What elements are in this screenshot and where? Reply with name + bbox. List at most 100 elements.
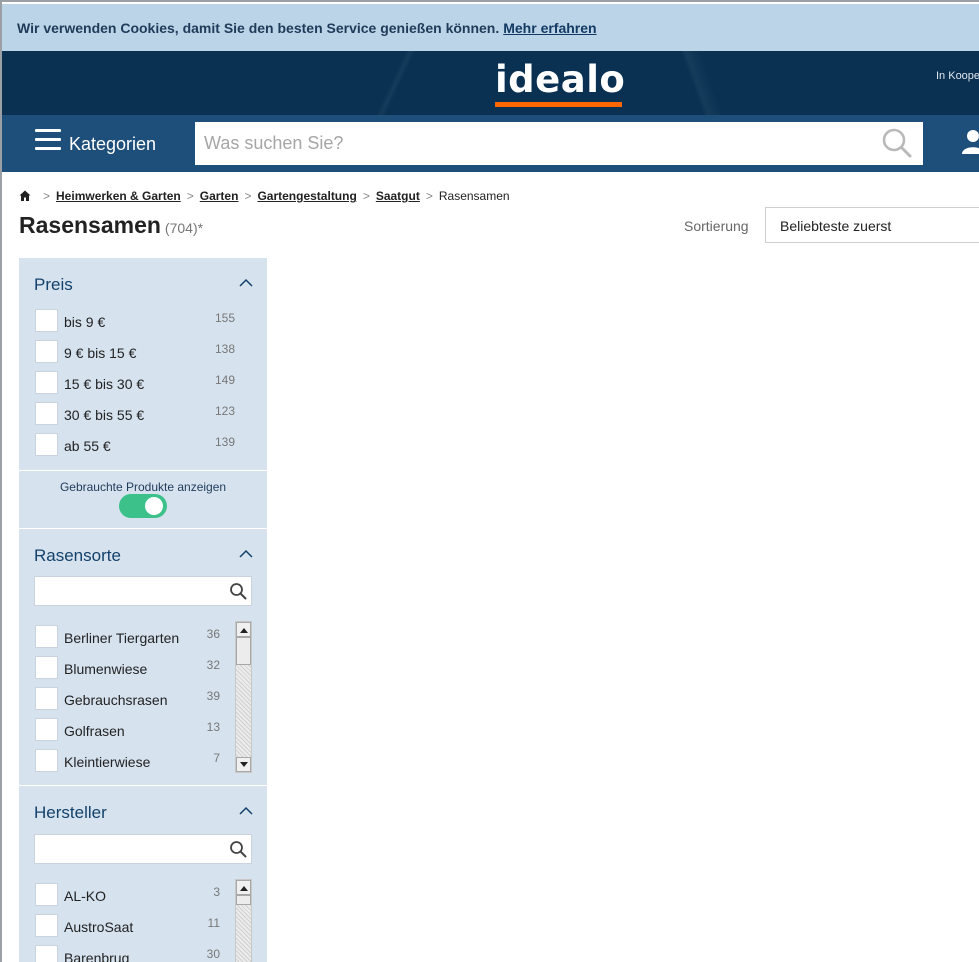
breadcrumb-link[interactable]: Saatgut bbox=[376, 189, 420, 203]
filter-option-label: Gebrauchsrasen bbox=[64, 692, 168, 708]
filter-option-count: 123 bbox=[214, 404, 235, 418]
scroll-thumb[interactable] bbox=[236, 895, 251, 905]
filter-option[interactable]: 9 € bis 15 € 138 bbox=[35, 340, 235, 364]
filter-option-label: Kleintierwiese bbox=[64, 754, 151, 770]
filter-checkbox[interactable] bbox=[35, 309, 58, 332]
filter-checkbox[interactable] bbox=[35, 625, 58, 648]
breadcrumb-separator: > bbox=[43, 189, 51, 203]
filter-title-manufacturer[interactable]: Hersteller bbox=[34, 803, 107, 823]
filter-option[interactable]: Berliner Tiergarten 36 bbox=[35, 625, 235, 649]
filter-option-label: Golfrasen bbox=[64, 723, 125, 739]
search-icon[interactable] bbox=[880, 126, 914, 160]
filter-checkbox[interactable] bbox=[35, 340, 58, 363]
page-title-text: Rasensamen bbox=[19, 212, 161, 238]
filter-section-manufacturer: Hersteller AL-KO 3 AustroSaat 11 Barenbr… bbox=[19, 786, 267, 962]
result-count: (704)* bbox=[164, 220, 204, 236]
filter-option[interactable]: 30 € bis 55 € 123 bbox=[35, 402, 235, 426]
chevron-up-icon[interactable] bbox=[239, 549, 253, 559]
breadcrumb-link[interactable]: Heimwerken & Garten bbox=[56, 189, 181, 203]
filter-checkbox[interactable] bbox=[35, 749, 58, 772]
sort-label: Sortierung bbox=[684, 218, 749, 234]
manufacturer-scrollbar[interactable] bbox=[235, 879, 252, 962]
logo-text: idealo bbox=[495, 58, 626, 101]
filter-title-price[interactable]: Preis bbox=[34, 275, 73, 295]
filter-option-count: 155 bbox=[214, 311, 235, 325]
filter-checkbox[interactable] bbox=[35, 883, 58, 906]
filter-option-count: 13 bbox=[206, 720, 220, 734]
scroll-down-button[interactable] bbox=[236, 757, 251, 772]
cookie-more-link[interactable]: Mehr erfahren bbox=[503, 20, 596, 36]
search-icon[interactable] bbox=[229, 582, 247, 600]
user-icon[interactable] bbox=[961, 129, 979, 155]
filter-option[interactable]: AustroSaat 11 bbox=[35, 914, 235, 938]
cooperation-text: In Koope bbox=[936, 70, 979, 82]
filter-option[interactable]: Golfrasen 13 bbox=[35, 718, 235, 742]
scroll-up-button[interactable] bbox=[236, 880, 251, 895]
filter-checkbox[interactable] bbox=[35, 402, 58, 425]
filter-option-label: 30 € bis 55 € bbox=[64, 407, 145, 423]
filter-sidebar: Preis bis 9 € 155 9 € bis 15 € 138 15 € … bbox=[19, 258, 267, 962]
filter-option-count: 30 bbox=[206, 947, 220, 961]
filter-option-count: 139 bbox=[214, 435, 235, 449]
filter-option-count: 7 bbox=[213, 751, 220, 765]
filter-checkbox[interactable] bbox=[35, 914, 58, 937]
breadcrumb-separator: > bbox=[186, 189, 194, 203]
filter-option-count: 39 bbox=[206, 689, 220, 703]
filter-option[interactable]: Gebrauchsrasen 39 bbox=[35, 687, 235, 711]
breadcrumb-link[interactable]: Gartengestaltung bbox=[257, 189, 356, 203]
home-icon[interactable] bbox=[19, 190, 31, 202]
categories-button[interactable]: Kategorien bbox=[69, 134, 156, 155]
filter-option-label: Barenbrug bbox=[64, 950, 130, 962]
filter-checkbox[interactable] bbox=[35, 433, 58, 456]
idealo-logo[interactable]: idealo bbox=[495, 58, 626, 107]
scroll-up-button[interactable] bbox=[236, 622, 251, 637]
filter-option-count: 36 bbox=[206, 627, 220, 641]
filter-option[interactable]: 15 € bis 30 € 149 bbox=[35, 371, 235, 395]
filter-option-label: 15 € bis 30 € bbox=[64, 376, 145, 392]
breadcrumb-separator: > bbox=[244, 189, 252, 203]
logo-underline bbox=[495, 102, 622, 107]
breadcrumb-link[interactable]: Garten bbox=[200, 189, 239, 203]
filter-divider bbox=[19, 470, 267, 471]
grass-type-scrollbar[interactable] bbox=[235, 621, 252, 773]
filter-option[interactable]: ab 55 € 139 bbox=[35, 433, 235, 457]
manufacturer-search-input[interactable] bbox=[34, 834, 252, 864]
used-products-toggle[interactable] bbox=[119, 494, 167, 518]
filter-option[interactable]: Blumenwiese 32 bbox=[35, 656, 235, 680]
arrow-up-icon bbox=[240, 886, 248, 891]
browser-viewport: Wir verwenden Cookies, damit Sie den bes… bbox=[0, 0, 979, 962]
filter-option[interactable]: Barenbrug 30 bbox=[35, 945, 235, 962]
breadcrumb-current: Rasensamen bbox=[438, 189, 510, 203]
site-header: idealo In Koope bbox=[2, 51, 979, 115]
filter-option-count: 138 bbox=[214, 342, 235, 356]
filter-checkbox[interactable] bbox=[35, 656, 58, 679]
filter-title-grass-type[interactable]: Rasensorte bbox=[34, 546, 121, 566]
filter-option[interactable]: bis 9 € 155 bbox=[35, 309, 235, 333]
filter-checkbox[interactable] bbox=[35, 371, 58, 394]
breadcrumb: > Heimwerken & Garten > Garten > Garteng… bbox=[19, 188, 510, 204]
chevron-up-icon[interactable] bbox=[239, 278, 253, 288]
search-input[interactable] bbox=[195, 122, 923, 165]
chevron-up-icon[interactable] bbox=[239, 806, 253, 816]
filter-option-label: AustroSaat bbox=[64, 919, 134, 935]
grass-type-search-input[interactable] bbox=[34, 576, 252, 606]
page-title: Rasensamen (704)* bbox=[19, 212, 203, 239]
filter-checkbox[interactable] bbox=[35, 687, 58, 710]
filter-section-grass-type: Rasensorte Berliner Tiergarten 36 Blumen… bbox=[19, 529, 267, 785]
filter-checkbox[interactable] bbox=[35, 718, 58, 741]
arrow-up-icon bbox=[240, 628, 248, 633]
filter-option-count: 32 bbox=[206, 658, 220, 672]
search-icon[interactable] bbox=[229, 840, 247, 858]
filter-option[interactable]: AL-KO 3 bbox=[35, 883, 235, 907]
used-products-label: Gebrauchte Produkte anzeigen bbox=[59, 480, 227, 494]
filter-checkbox[interactable] bbox=[35, 945, 58, 962]
toggle-knob bbox=[145, 497, 163, 515]
cookie-text-wrap: Wir verwenden Cookies, damit Sie den bes… bbox=[17, 20, 597, 36]
sort-select[interactable]: Beliebteste zuerst bbox=[765, 207, 979, 243]
filter-option-count: 3 bbox=[213, 885, 220, 899]
filter-option-count: 149 bbox=[214, 373, 235, 387]
scroll-thumb[interactable] bbox=[236, 637, 251, 665]
cookie-banner: Wir verwenden Cookies, damit Sie den bes… bbox=[2, 4, 979, 51]
menu-icon[interactable] bbox=[35, 129, 61, 153]
filter-option[interactable]: Kleintierwiese 7 bbox=[35, 749, 235, 773]
